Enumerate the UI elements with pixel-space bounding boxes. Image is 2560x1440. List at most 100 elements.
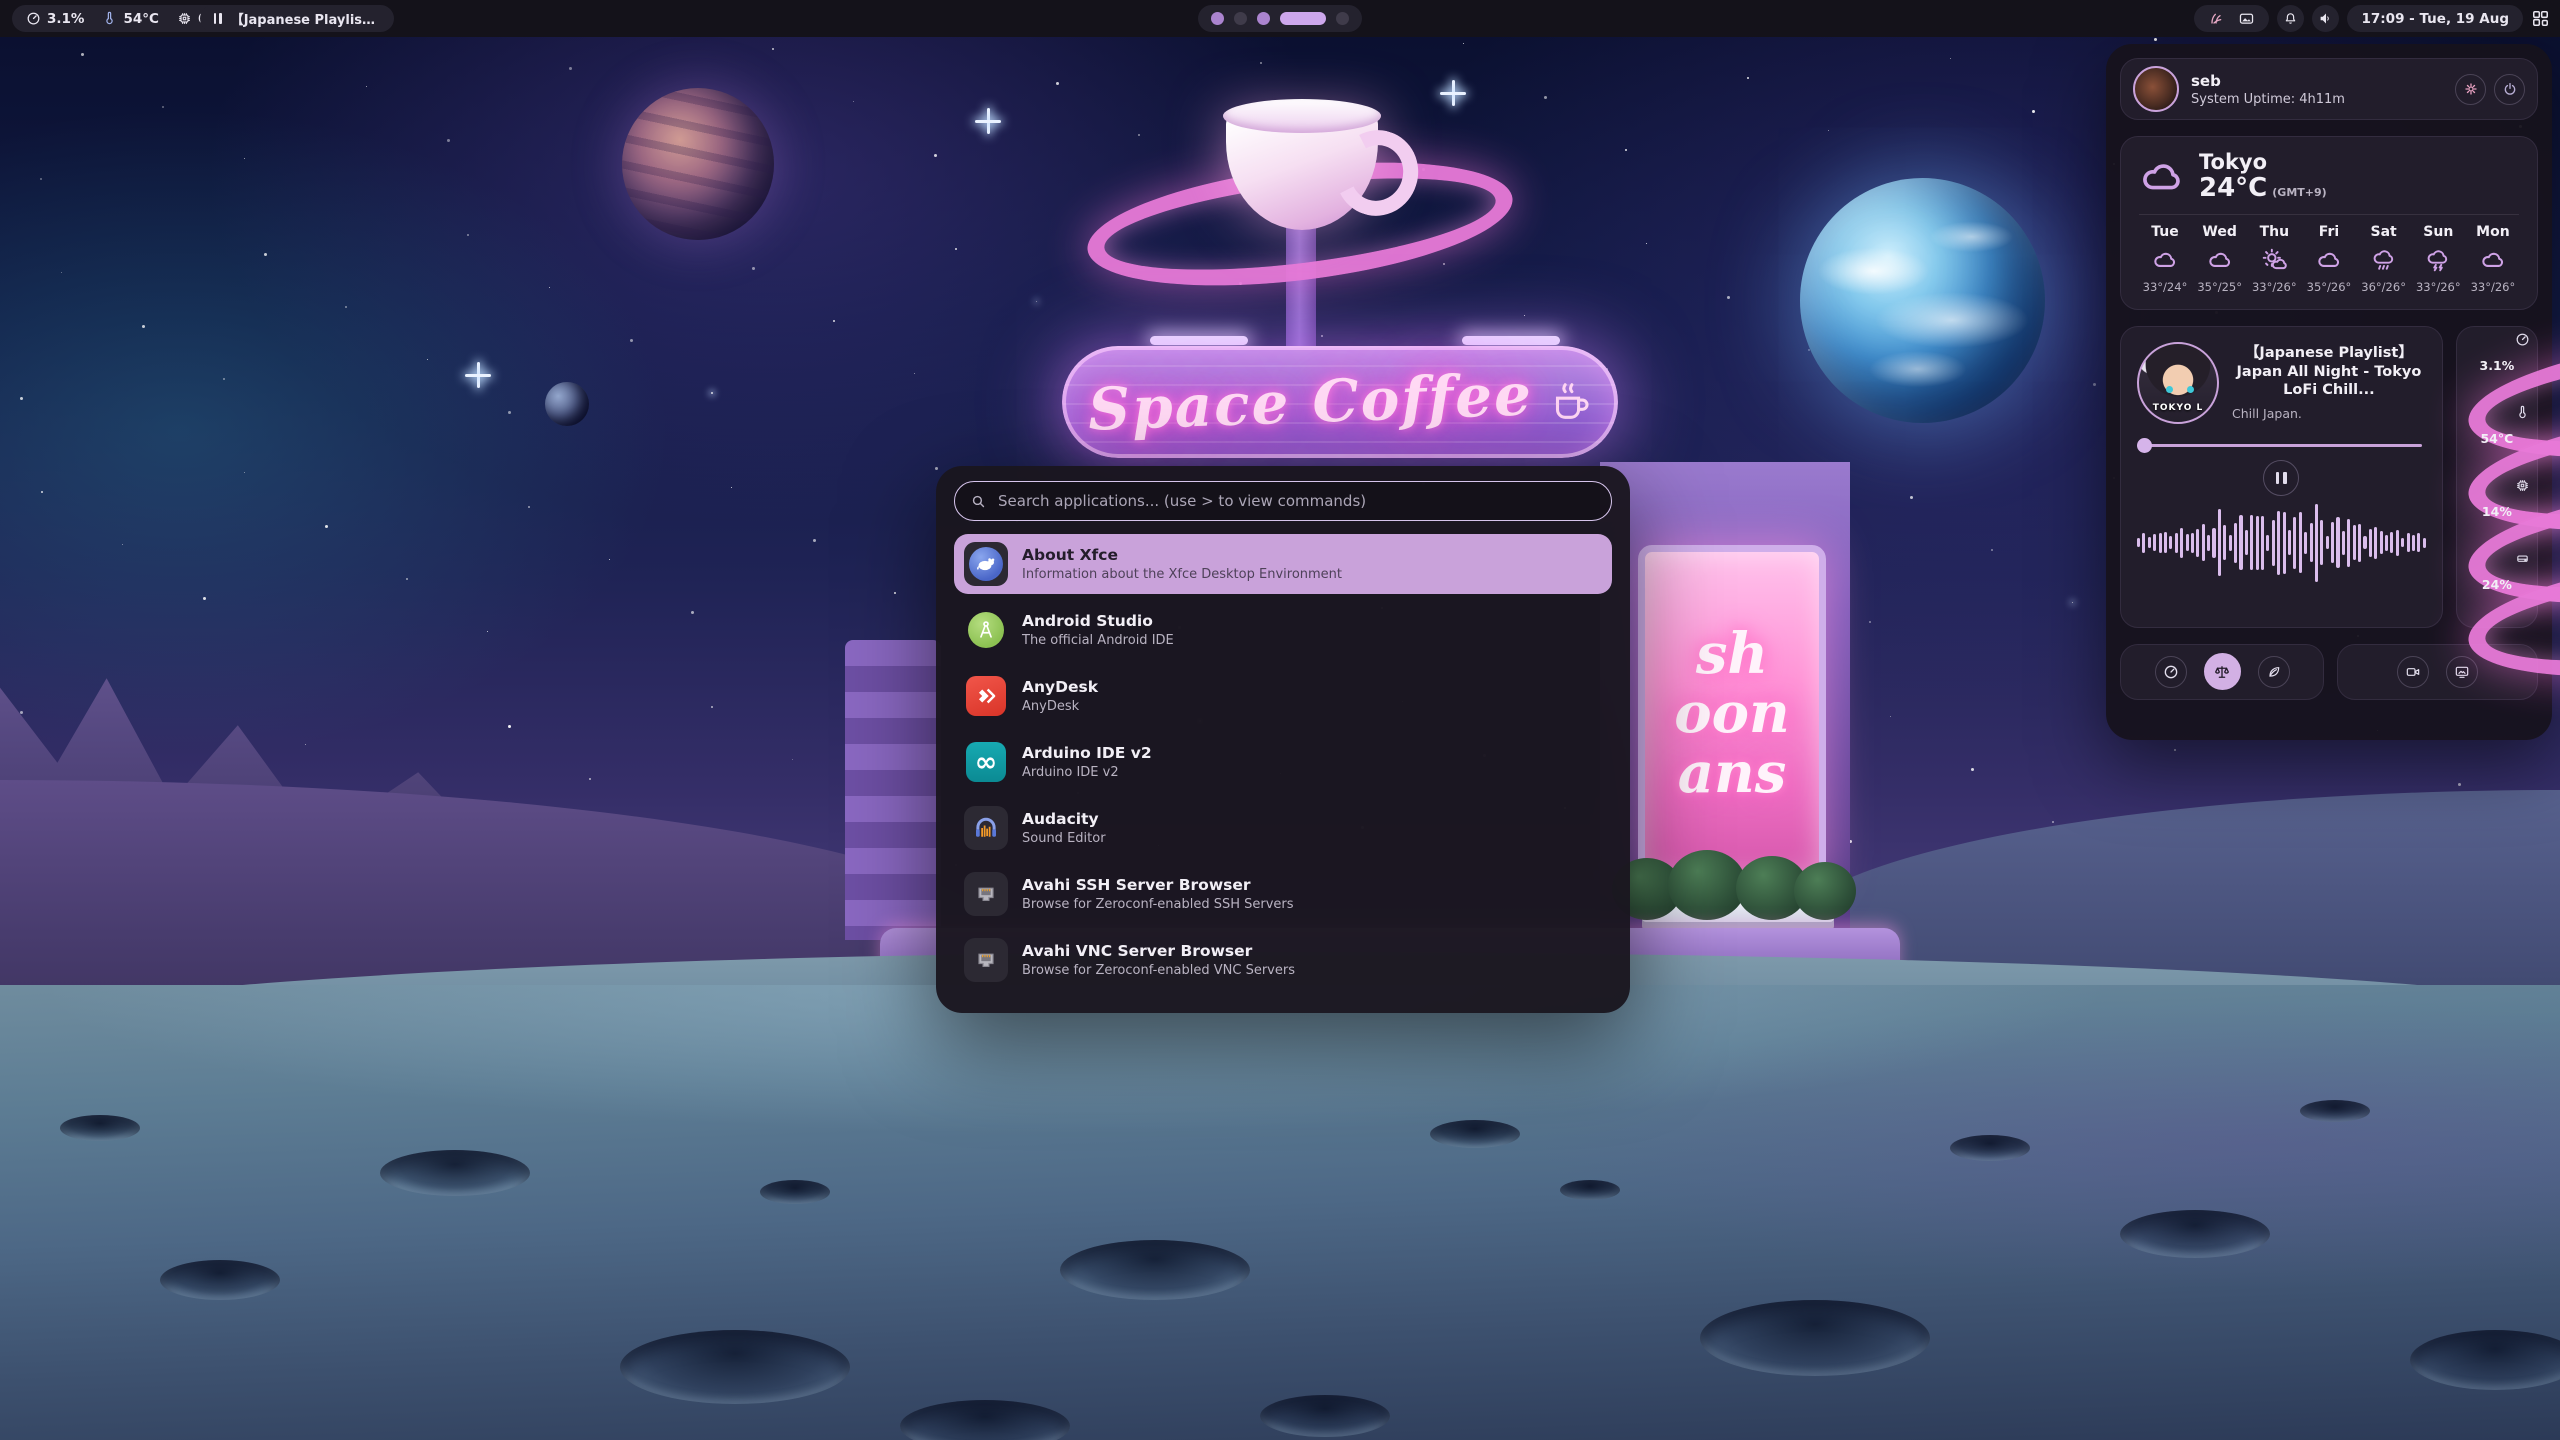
media-player-card: TOKYO L 【Japanese Playlist】 Japan All Ni… xyxy=(2120,326,2443,628)
forecast-day: Thu 33°/26° xyxy=(2248,224,2300,294)
control-center: seb System Uptime: 4h11m Tokyo 24°C xyxy=(2106,44,2552,740)
crater xyxy=(620,1330,850,1404)
window-neon-text: ans xyxy=(1678,747,1787,800)
search-input[interactable] xyxy=(998,492,1596,510)
overview-grid-icon[interactable] xyxy=(2531,9,2550,28)
crater xyxy=(380,1150,530,1196)
seek-knob[interactable] xyxy=(2137,438,2152,453)
workspace-dot-empty[interactable] xyxy=(1234,12,1247,25)
speedometer-icon xyxy=(2515,332,2530,347)
disk-gauge: 24% xyxy=(2464,553,2530,619)
chip-icon xyxy=(177,11,192,26)
window-neon-text: sh xyxy=(1696,628,1768,681)
divider xyxy=(2139,214,2519,215)
bell-icon xyxy=(2283,11,2298,26)
speedometer-icon xyxy=(2163,664,2179,680)
track-title: 【Japanese Playlist】 Japan All Night - To… xyxy=(2232,344,2426,400)
screenshot-button[interactable] xyxy=(2446,656,2478,688)
bush xyxy=(1668,850,1746,920)
search-icon xyxy=(970,493,987,510)
balanced-profile-button[interactable] xyxy=(2204,653,2241,690)
app-launcher: About XfceInformation about the Xfce Des… xyxy=(936,466,1630,1013)
power-profiles-card xyxy=(2120,644,2324,700)
clock-pill[interactable]: 17:09 - Tue, 19 Aug xyxy=(2347,5,2523,32)
app-row-avahi-ssh[interactable]: Avahi SSH Server BrowserBrowse for Zeroc… xyxy=(954,864,1612,924)
top-panel: 3.1% 54°C 6.8G 【Japanese Playlist】 J... xyxy=(0,0,2560,37)
desktop: Space Coffee sh oon ans xyxy=(0,0,2560,1440)
arduino-icon: ∞ xyxy=(964,740,1008,784)
weather-card: Tokyo 24°C (GMT+9) Tue 33°/24° Wed xyxy=(2120,136,2538,310)
weather-cloud-icon xyxy=(2139,154,2185,200)
track-artist: Chill Japan. xyxy=(2232,406,2426,421)
screen-record-button[interactable] xyxy=(2397,656,2429,688)
search-bar[interactable] xyxy=(954,481,1612,521)
forecast-day: Mon 33°/26° xyxy=(2467,224,2519,294)
crater xyxy=(1700,1300,1930,1376)
settings-button[interactable] xyxy=(2455,74,2486,105)
screenshot-tray-icon[interactable] xyxy=(2238,10,2255,27)
powersave-profile-button[interactable] xyxy=(2258,656,2290,688)
crater xyxy=(160,1260,280,1300)
workspace-dot-occupied[interactable] xyxy=(1211,12,1224,25)
neon-sign-text: Space Coffee xyxy=(1086,360,1533,443)
forecast-day: Sat 36°/26° xyxy=(2358,224,2410,294)
claw-icon[interactable] xyxy=(2208,11,2224,27)
performance-profile-button[interactable] xyxy=(2155,656,2187,688)
workspace-indicator[interactable] xyxy=(1198,5,1362,32)
tray-apps-pill xyxy=(2194,5,2269,32)
forecast-row: Tue 33°/24° Wed 35°/25° Thu 33°/26° Fri xyxy=(2139,224,2519,294)
workspace-dot-empty[interactable] xyxy=(1336,12,1349,25)
weather-timezone: (GMT+9) xyxy=(2272,186,2326,199)
seek-bar[interactable] xyxy=(2137,437,2426,453)
android-studio-icon xyxy=(964,608,1008,652)
workspace-dot-occupied[interactable] xyxy=(1257,12,1270,25)
clock-text: 17:09 - Tue, 19 Aug xyxy=(2361,11,2509,27)
waveform xyxy=(2137,500,2426,586)
power-button[interactable] xyxy=(2494,74,2525,105)
workspace-dot-active[interactable] xyxy=(1280,12,1326,25)
app-list: About XfceInformation about the Xfce Des… xyxy=(954,534,1612,990)
cloud-icon xyxy=(2480,247,2506,273)
app-row-arduino[interactable]: ∞ Arduino IDE v2Arduino IDE v2 xyxy=(954,732,1612,792)
neon-sign: Space Coffee xyxy=(1062,346,1618,458)
temp-stat: 54°C xyxy=(102,11,158,27)
thermometer-icon xyxy=(102,11,117,26)
disk-icon xyxy=(2515,551,2530,566)
album-art: TOKYO L xyxy=(2137,342,2219,424)
screenshot-monitor-icon xyxy=(2454,664,2470,680)
system-gauges-card: 3.1% 54°C 14% 24% xyxy=(2456,326,2538,628)
avahi-ssh-icon xyxy=(964,872,1008,916)
crater xyxy=(1060,1240,1250,1300)
uptime-text: System Uptime: 4h11m xyxy=(2191,92,2345,107)
notifications-button[interactable] xyxy=(2277,5,2304,32)
media-pill[interactable]: 【Japanese Playlist】 J... xyxy=(200,5,394,32)
username: seb xyxy=(2191,72,2345,90)
temp-gauge: 54°C xyxy=(2464,407,2530,473)
crater xyxy=(1560,1180,1620,1200)
power-icon xyxy=(2502,81,2518,97)
speedometer-icon xyxy=(26,11,41,26)
app-row-audacity[interactable]: AudacitySound Editor xyxy=(954,798,1612,858)
crater xyxy=(1430,1120,1520,1148)
crater xyxy=(2120,1210,2270,1258)
video-camera-icon xyxy=(2405,664,2421,680)
tray-area: 17:09 - Tue, 19 Aug xyxy=(2194,5,2550,32)
app-row-avahi-vnc[interactable]: Avahi VNC Server BrowserBrowse for Zeroc… xyxy=(954,930,1612,990)
cloud-icon xyxy=(2316,247,2342,273)
media-pill-title: 【Japanese Playlist】 J... xyxy=(231,9,380,28)
forecast-day: Fri 35°/26° xyxy=(2303,224,2355,294)
album-caption: TOKYO L xyxy=(2139,403,2217,413)
weather-temp: 24°C xyxy=(2199,174,2267,203)
play-pause-button[interactable] xyxy=(2263,460,2299,496)
app-row-about-xfce[interactable]: About XfceInformation about the Xfce Des… xyxy=(954,534,1612,594)
speaker-icon xyxy=(2318,11,2333,26)
cloud-icon xyxy=(2152,247,2178,273)
app-row-anydesk[interactable]: AnyDeskAnyDesk xyxy=(954,666,1612,726)
forecast-day: Wed 35°/25° xyxy=(2194,224,2246,294)
leaf-icon xyxy=(2266,664,2282,680)
pause-icon xyxy=(214,13,222,24)
volume-button[interactable] xyxy=(2312,5,2339,32)
shop-window: sh oon ans xyxy=(1638,545,1826,883)
app-row-android-studio[interactable]: Android StudioThe official Android IDE xyxy=(954,600,1612,660)
bush xyxy=(1794,862,1856,920)
